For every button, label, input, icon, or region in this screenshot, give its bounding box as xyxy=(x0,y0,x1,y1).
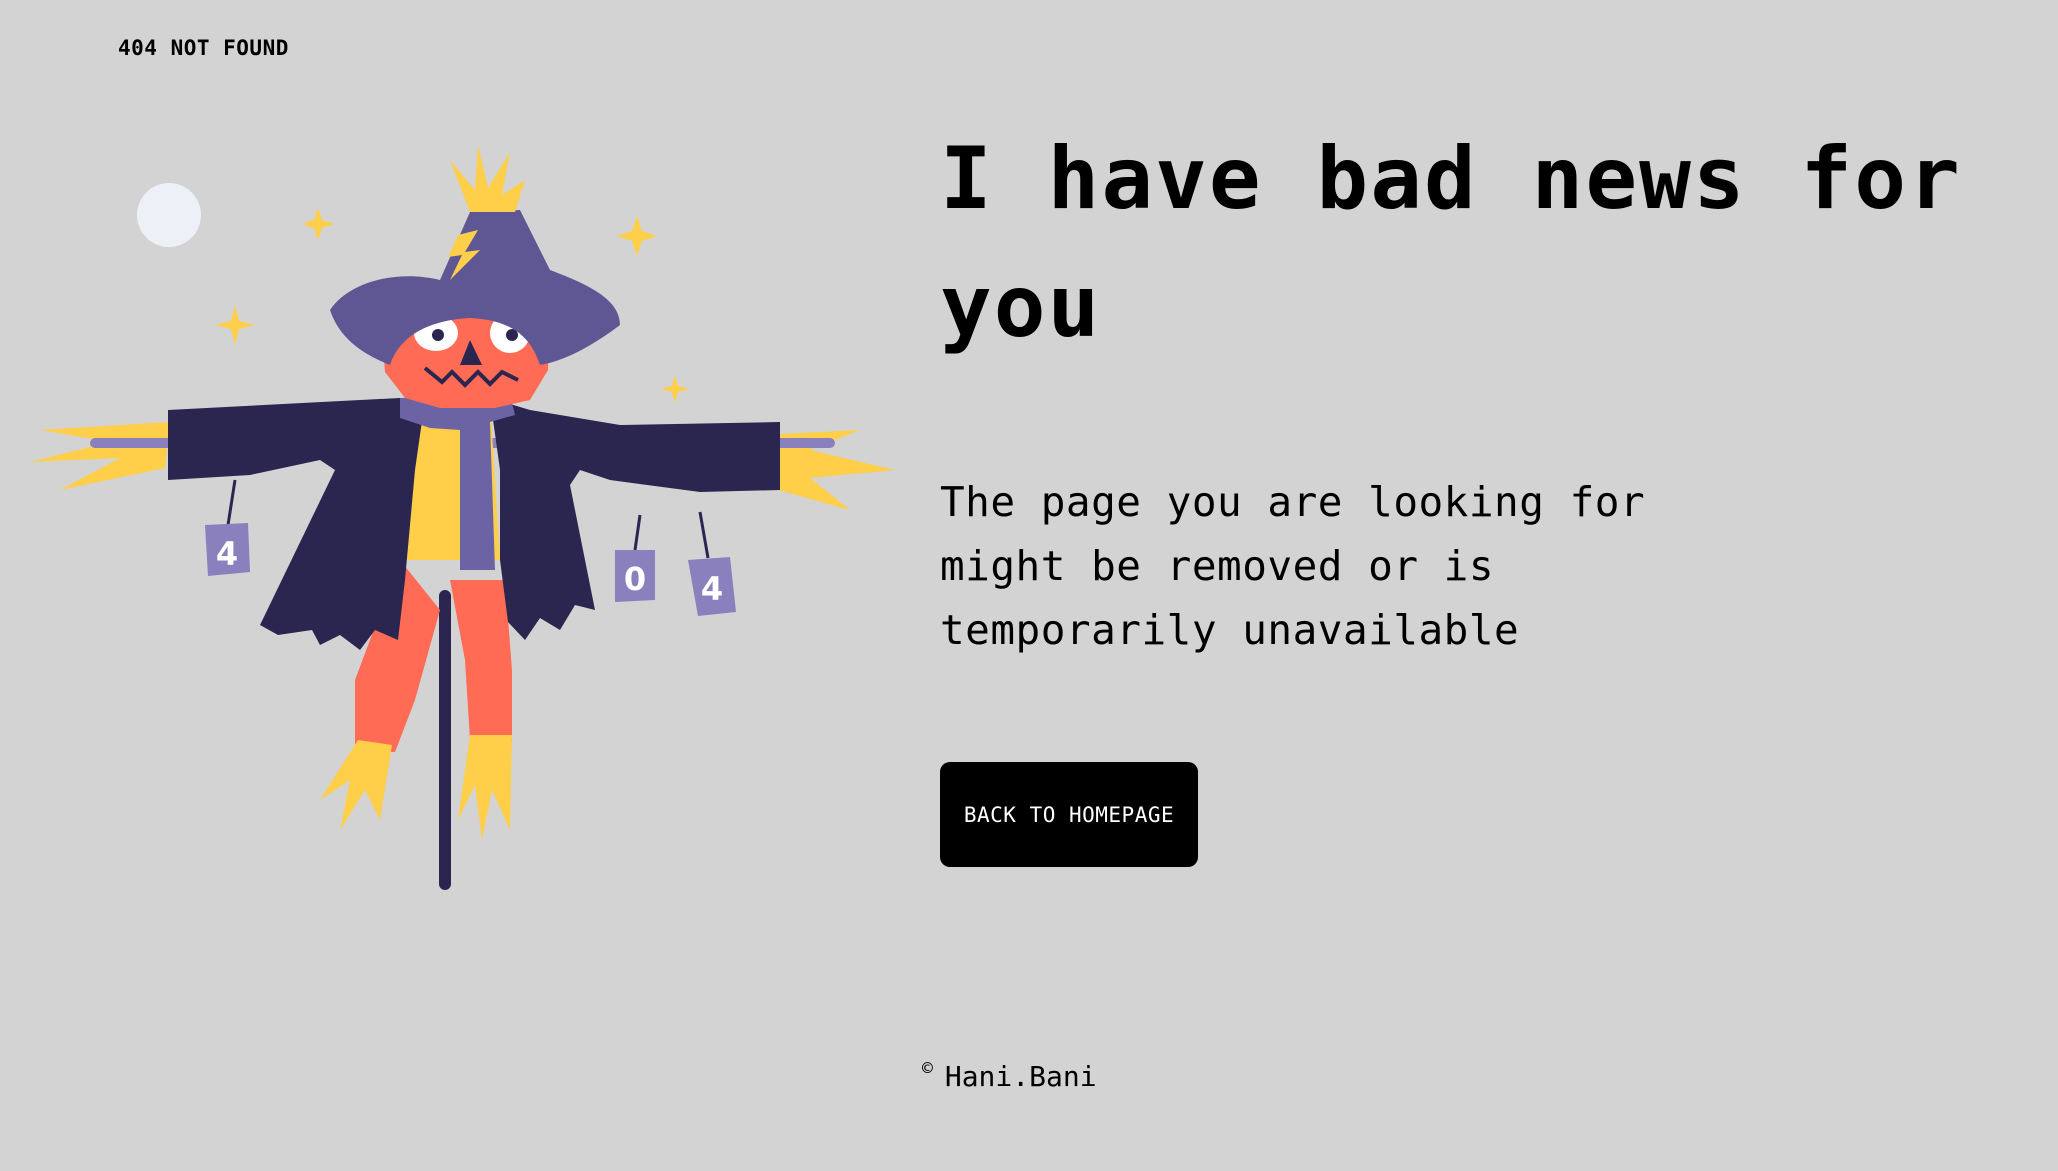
hat-straw xyxy=(450,145,525,212)
page-status-label: 404 NOT FOUND xyxy=(118,36,289,60)
coat-right xyxy=(490,398,780,640)
footer-author: Hani.Bani xyxy=(944,1060,1097,1093)
scarecrow-illustration: 4 0 4 xyxy=(30,145,895,890)
moon-icon xyxy=(137,183,201,247)
pole xyxy=(439,590,451,890)
can-label: 4 xyxy=(701,570,723,608)
footer: © Hani.Bani xyxy=(922,1058,1097,1094)
can-right: 4 xyxy=(688,511,736,616)
can-label: 0 xyxy=(624,560,646,598)
copyright-icon: © xyxy=(922,1058,933,1079)
left-hand-straw xyxy=(30,422,170,490)
right-leg xyxy=(450,580,512,742)
can-label: 4 xyxy=(216,535,238,573)
error-headline: I have bad news for you xyxy=(940,129,1962,357)
left-foot-straw xyxy=(320,740,392,830)
coat-left xyxy=(168,398,425,650)
can-left: 4 xyxy=(205,479,250,576)
error-description: The page you are looking for might be re… xyxy=(940,478,1646,654)
can-middle: 0 xyxy=(615,514,655,602)
back-to-homepage-button[interactable]: BACK TO HOMEPAGE xyxy=(940,762,1198,867)
right-foot-straw xyxy=(458,735,512,840)
